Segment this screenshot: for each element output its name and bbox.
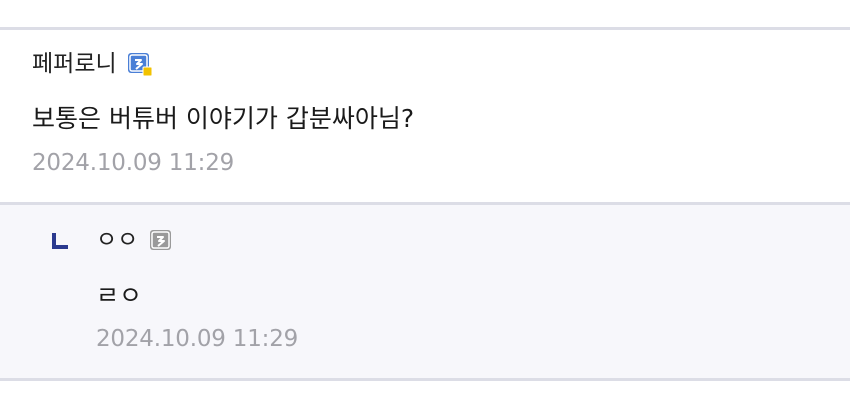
gonick-fixed-icon <box>127 51 153 77</box>
comment-item: 페퍼로니 보통은 버튜버 이야기가 갑분싸아님? 2024.10.09 11:2… <box>0 30 850 202</box>
comment-text: 보통은 버튜버 이야기가 갑분싸아님? <box>32 104 415 133</box>
reply-item: ㅇㅇ ㄹㅇ 2024.10.09 11:29 <box>0 205 850 378</box>
comment-author-row: 페퍼로니 <box>32 47 153 81</box>
reply-arrow-icon <box>52 233 68 249</box>
reply-date: 2024.10.09 11:29 <box>96 326 299 352</box>
comment-author-name[interactable]: 페퍼로니 <box>32 47 117 81</box>
comment-date: 2024.10.09 11:29 <box>32 150 235 176</box>
reply-author-name[interactable]: ㅇㅇ <box>96 223 138 257</box>
reply-text: ㄹㅇ <box>96 281 143 310</box>
bottom-divider <box>0 378 850 381</box>
reply-author-row: ㅇㅇ <box>96 223 174 257</box>
gonick-icon <box>148 227 174 253</box>
